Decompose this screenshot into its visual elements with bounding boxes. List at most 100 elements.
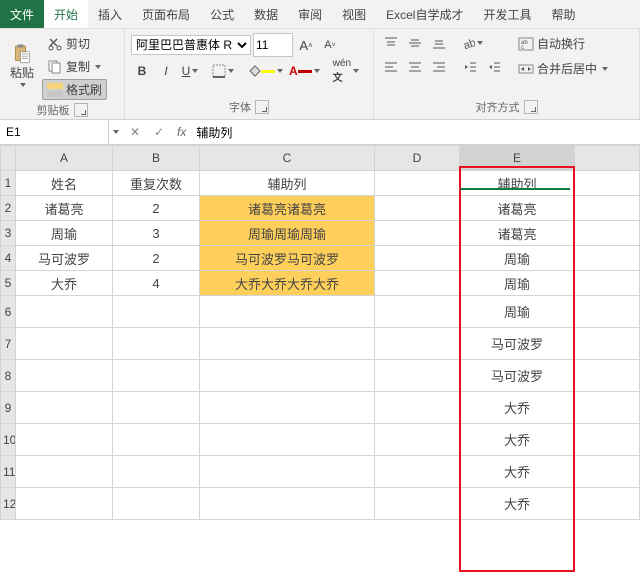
row-header[interactable]: 12 bbox=[1, 488, 16, 520]
fx-icon[interactable]: fx bbox=[171, 125, 192, 139]
align-middle-button[interactable] bbox=[404, 33, 426, 53]
cell[interactable] bbox=[575, 360, 640, 392]
merge-center-button[interactable]: 合并后居中 bbox=[513, 58, 613, 79]
cell[interactable] bbox=[375, 328, 460, 360]
cell[interactable]: 2 bbox=[113, 246, 200, 271]
cell[interactable] bbox=[575, 271, 640, 296]
tab-file[interactable]: 文件 bbox=[0, 0, 44, 28]
cell[interactable] bbox=[375, 271, 460, 296]
cell[interactable]: 辅助列 bbox=[200, 171, 375, 196]
italic-button[interactable]: I bbox=[155, 61, 177, 81]
cell[interactable]: 姓名 bbox=[16, 171, 113, 196]
cell[interactable] bbox=[113, 392, 200, 424]
cell[interactable] bbox=[575, 246, 640, 271]
cell[interactable]: 大乔大乔大乔大乔 bbox=[200, 271, 375, 296]
tab-view[interactable]: 视图 bbox=[332, 0, 376, 28]
border-button[interactable] bbox=[210, 61, 236, 81]
row-header[interactable]: 11 bbox=[1, 456, 16, 488]
increase-indent-button[interactable] bbox=[483, 57, 505, 77]
format-painter-button[interactable]: 格式刷 bbox=[42, 79, 107, 100]
cell[interactable]: 重复次数 bbox=[113, 171, 200, 196]
cut-button[interactable]: 剪切 bbox=[42, 33, 107, 54]
cell[interactable]: 诸葛亮 bbox=[460, 221, 575, 246]
dialog-launcher-icon[interactable] bbox=[74, 103, 88, 117]
cell[interactable]: 3 bbox=[113, 221, 200, 246]
font-size-input[interactable] bbox=[253, 33, 293, 57]
increase-font-button[interactable]: A˄ bbox=[295, 35, 317, 55]
cell[interactable] bbox=[375, 424, 460, 456]
tab-review[interactable]: 审阅 bbox=[288, 0, 332, 28]
cell[interactable]: 诸葛亮诸葛亮 bbox=[200, 196, 375, 221]
cell[interactable] bbox=[200, 488, 375, 520]
cell[interactable] bbox=[575, 296, 640, 328]
cell[interactable] bbox=[375, 246, 460, 271]
cell[interactable]: 周瑜 bbox=[460, 246, 575, 271]
row-header[interactable]: 10 bbox=[1, 424, 16, 456]
cell[interactable] bbox=[16, 392, 113, 424]
cell[interactable]: 诸葛亮 bbox=[16, 196, 113, 221]
cell[interactable] bbox=[113, 328, 200, 360]
decrease-font-button[interactable]: A˅ bbox=[319, 35, 341, 55]
cell[interactable] bbox=[375, 171, 460, 196]
tab-formulas[interactable]: 公式 bbox=[200, 0, 244, 28]
col-header-D[interactable]: D bbox=[375, 146, 460, 171]
tab-home[interactable]: 开始 bbox=[44, 0, 88, 28]
row-header[interactable]: 6 bbox=[1, 296, 16, 328]
col-header-A[interactable]: A bbox=[16, 146, 113, 171]
paste-button[interactable]: 粘贴 bbox=[6, 33, 38, 100]
select-all-corner[interactable] bbox=[1, 146, 16, 171]
cell[interactable]: 大乔 bbox=[460, 456, 575, 488]
cell[interactable]: 辅助列 bbox=[460, 171, 575, 196]
cell[interactable] bbox=[113, 488, 200, 520]
row-header[interactable]: 7 bbox=[1, 328, 16, 360]
cell[interactable]: 大乔 bbox=[460, 488, 575, 520]
copy-button[interactable]: 复制 bbox=[42, 56, 107, 77]
phonetic-button[interactable]: wén文 bbox=[331, 61, 361, 81]
row-header[interactable]: 8 bbox=[1, 360, 16, 392]
row-header[interactable]: 2 bbox=[1, 196, 16, 221]
cell[interactable] bbox=[375, 221, 460, 246]
cell[interactable]: 马可波罗马可波罗 bbox=[200, 246, 375, 271]
cell[interactable] bbox=[575, 392, 640, 424]
cell[interactable]: 诸葛亮 bbox=[460, 196, 575, 221]
cell[interactable] bbox=[575, 488, 640, 520]
cell[interactable] bbox=[113, 424, 200, 456]
cell[interactable] bbox=[16, 328, 113, 360]
wrap-text-button[interactable]: abc 自动换行 bbox=[513, 33, 613, 54]
cell[interactable] bbox=[575, 424, 640, 456]
cell[interactable]: 马可波罗 bbox=[460, 328, 575, 360]
cell[interactable] bbox=[575, 328, 640, 360]
row-header[interactable]: 4 bbox=[1, 246, 16, 271]
name-box[interactable] bbox=[0, 120, 109, 144]
decrease-indent-button[interactable] bbox=[459, 57, 481, 77]
cell[interactable] bbox=[575, 221, 640, 246]
tab-data[interactable]: 数据 bbox=[244, 0, 288, 28]
cell[interactable]: 周瑜 bbox=[460, 296, 575, 328]
tab-excel-learn[interactable]: Excel自学成才 bbox=[376, 0, 473, 28]
col-header-C[interactable]: C bbox=[200, 146, 375, 171]
align-bottom-button[interactable] bbox=[428, 33, 450, 53]
tab-help[interactable]: 帮助 bbox=[542, 0, 586, 28]
font-color-button[interactable]: A bbox=[287, 61, 322, 81]
cell[interactable] bbox=[375, 392, 460, 424]
cell[interactable]: 大乔 bbox=[460, 424, 575, 456]
row-header[interactable]: 1 bbox=[1, 171, 16, 196]
cell[interactable] bbox=[16, 488, 113, 520]
cell[interactable] bbox=[200, 424, 375, 456]
row-header[interactable]: 5 bbox=[1, 271, 16, 296]
col-header-B[interactable]: B bbox=[113, 146, 200, 171]
cell[interactable] bbox=[113, 456, 200, 488]
cell[interactable]: 马可波罗 bbox=[16, 246, 113, 271]
cancel-formula-button[interactable]: ✕ bbox=[123, 120, 147, 144]
cell[interactable] bbox=[200, 456, 375, 488]
cell[interactable] bbox=[375, 456, 460, 488]
tab-developer[interactable]: 开发工具 bbox=[473, 0, 541, 28]
align-center-button[interactable] bbox=[404, 57, 426, 77]
enter-formula-button[interactable]: ✓ bbox=[147, 120, 171, 144]
cell[interactable] bbox=[575, 171, 640, 196]
cell[interactable]: 大乔 bbox=[16, 271, 113, 296]
cell[interactable] bbox=[375, 360, 460, 392]
cell[interactable] bbox=[575, 196, 640, 221]
tab-page-layout[interactable]: 页面布局 bbox=[132, 0, 200, 28]
tab-insert[interactable]: 插入 bbox=[88, 0, 132, 28]
